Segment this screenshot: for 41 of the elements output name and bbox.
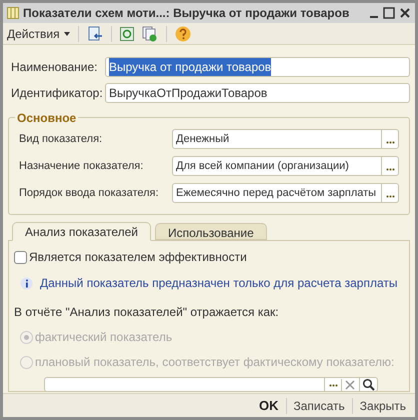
text-field[interactable]: ВыручкаОтПродажиТоваров: [105, 83, 410, 103]
select-field[interactable]: Денежный: [172, 129, 399, 149]
help-icon[interactable]: [174, 26, 191, 42]
maximize-icon[interactable]: [383, 7, 395, 19]
actions-menu[interactable]: Действия: [7, 24, 70, 42]
document-arrow-icon[interactable]: [86, 26, 103, 42]
field-label: Назначение показателя:: [19, 158, 144, 174]
dialog-button[interactable]: Закрыть: [352, 396, 413, 414]
radio-label: плановый показатель, соответствует фактическому показателю:: [35, 354, 394, 371]
select-field[interactable]: [44, 377, 378, 392]
field-label: Порядок ввода показателя:: [19, 186, 160, 201]
info-icon: [20, 276, 33, 290]
ellipsis-icon[interactable]: [386, 195, 394, 198]
ellipsis-icon[interactable]: [386, 141, 394, 144]
dialog-button[interactable]: OK: [252, 396, 286, 416]
tab[interactable]: Анализ показателей: [12, 222, 151, 241]
radio-label: фактический показатель: [35, 329, 172, 346]
report-label: В отчёте "Анализ показателей" отражается как:: [14, 304, 280, 321]
field-label: Наименование:: [11, 59, 99, 76]
field-label: Вид показателя:: [19, 132, 104, 147]
copy-add-icon[interactable]: [142, 26, 158, 42]
ellipsis-icon[interactable]: [328, 384, 338, 387]
field-value: Денежный: [175, 132, 230, 147]
select-field[interactable]: Ежемесячно перед расчётом зарплаты: [172, 183, 399, 203]
close-icon[interactable]: [399, 7, 411, 19]
info-text: Данный показатель предназначен только для расчета зарплаты: [40, 275, 398, 292]
refresh-icon[interactable]: [120, 26, 134, 40]
window-title: Показатели схем моти...: Выручка от продажи товаров: [23, 5, 350, 22]
search-icon[interactable]: [359, 378, 377, 391]
grid-icon: [7, 7, 19, 19]
checkbox[interactable]: [14, 250, 27, 264]
text-field[interactable]: Выручка от продажи товаров: [105, 57, 410, 77]
field-label: Идентификатор:: [11, 85, 104, 102]
select-field[interactable]: Для всей компании (организации): [172, 156, 399, 176]
field-value: Для всей компании (организации): [175, 158, 350, 174]
caret-icon: [64, 32, 70, 36]
tab[interactable]: Использование: [155, 223, 267, 240]
checkbox-label: Является показателем эффективности: [29, 249, 247, 266]
dialog-button[interactable]: Записать: [286, 396, 352, 414]
ellipsis-icon[interactable]: [386, 168, 394, 171]
field-value: Ежемесячно перед расчётом зарплаты: [175, 186, 378, 201]
